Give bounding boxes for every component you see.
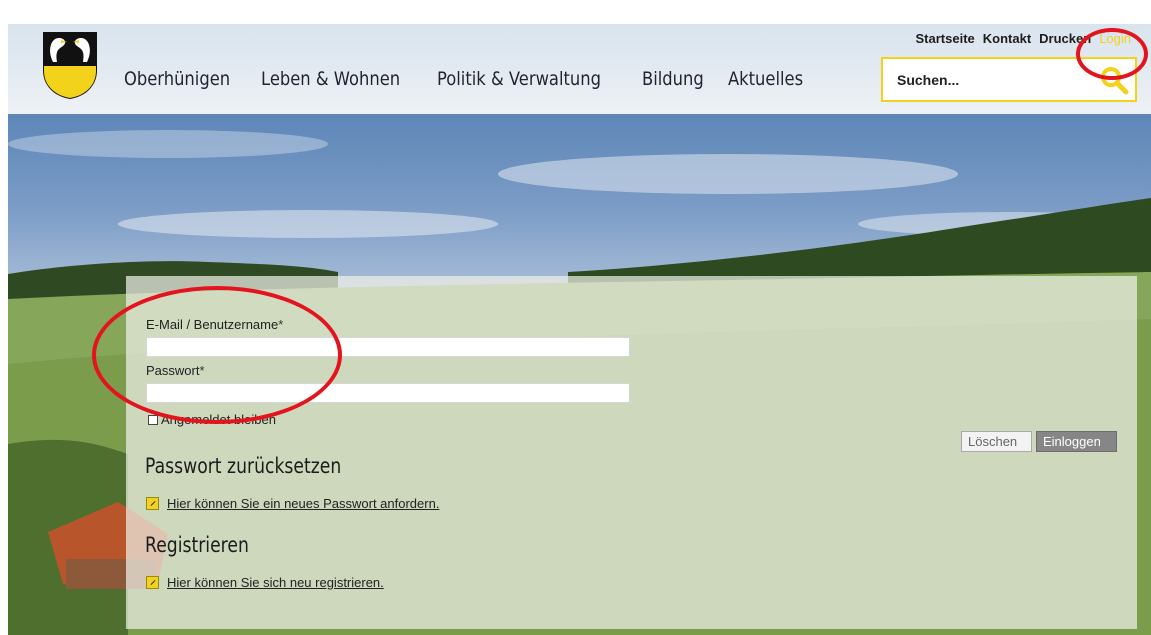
login-button[interactable]: Einloggen <box>1036 431 1117 452</box>
nav-item-politik-verwaltung[interactable]: Politik & Verwaltung <box>437 68 601 90</box>
kontakt-link[interactable]: Kontakt <box>983 31 1031 46</box>
required-marker: * <box>199 363 205 378</box>
reset-password-heading: Passwort zurücksetzen <box>145 454 342 478</box>
search-icon[interactable] <box>1099 65 1129 95</box>
required-marker: * <box>278 317 284 332</box>
nav-item-aktuelles[interactable]: Aktuelles <box>728 68 803 90</box>
reset-password-link-row: Hier können Sie ein neues Passwort anfor… <box>146 496 439 511</box>
search-box <box>881 57 1137 102</box>
remember-me-checkbox[interactable] <box>148 414 158 425</box>
search-input[interactable] <box>897 69 1077 91</box>
page: Oberhünigen Leben & Wohnen Politik & Ver… <box>8 24 1151 635</box>
remember-me-row: Angemeldet bleiben <box>148 412 276 427</box>
login-panel: E-Mail / Benutzername* Passwort* Angemel… <box>126 276 1137 629</box>
startseite-link[interactable]: Startseite <box>916 31 975 46</box>
register-link-row: Hier können Sie sich neu registrieren. <box>146 575 384 590</box>
nav-item-oberhuenigen[interactable]: Oberhünigen <box>124 68 230 90</box>
clear-button[interactable]: Löschen <box>961 431 1032 452</box>
drucken-link[interactable]: Drucken <box>1039 31 1091 46</box>
arrow-link-icon <box>146 576 159 589</box>
top-links: Startseite Kontakt Drucken Login <box>916 31 1131 46</box>
main-navigation: Oberhünigen Leben & Wohnen Politik & Ver… <box>124 68 803 90</box>
nav-item-bildung[interactable]: Bildung <box>642 68 704 90</box>
password-label: Passwort* <box>146 363 205 378</box>
username-label-text: E-Mail / Benutzername <box>146 317 279 332</box>
reset-password-link[interactable]: Hier können Sie ein neues Passwort anfor… <box>167 496 439 511</box>
password-field[interactable] <box>146 383 630 403</box>
password-label-text: Passwort <box>146 363 200 378</box>
coat-of-arms-logo[interactable] <box>41 30 99 100</box>
username-label: E-Mail / Benutzername* <box>146 317 283 332</box>
remember-me-label: Angemeldet bleiben <box>161 412 276 427</box>
nav-item-leben-wohnen[interactable]: Leben & Wohnen <box>261 68 400 90</box>
username-field[interactable] <box>146 337 630 357</box>
login-link[interactable]: Login <box>1099 31 1131 46</box>
arrow-link-icon <box>146 497 159 510</box>
register-link[interactable]: Hier können Sie sich neu registrieren. <box>167 575 384 590</box>
site-header: Oberhünigen Leben & Wohnen Politik & Ver… <box>8 24 1151 114</box>
register-heading: Registrieren <box>145 533 249 557</box>
hero-landscape-image: E-Mail / Benutzername* Passwort* Angemel… <box>8 114 1151 635</box>
